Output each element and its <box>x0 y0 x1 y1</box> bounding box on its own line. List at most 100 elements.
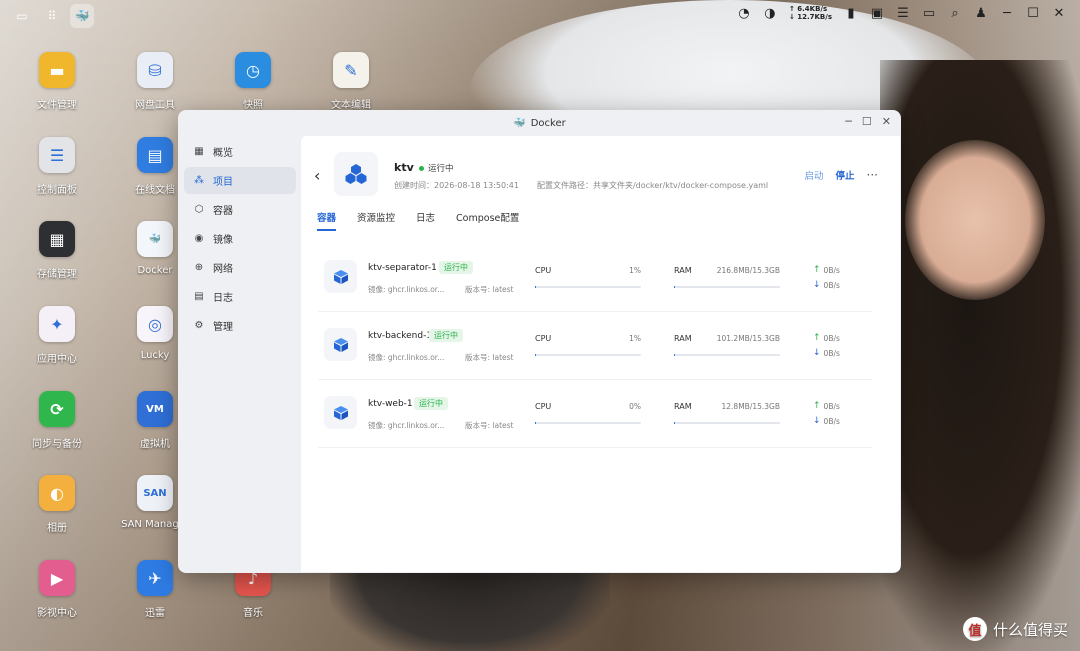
desktop-app-3[interactable]: ✎ 文本编辑 <box>306 52 396 111</box>
status-dot <box>419 165 424 171</box>
sidebar-item-0[interactable]: ▦ 概览 <box>184 138 296 165</box>
desktop-app-10[interactable]: ⟳ 同步与备份 <box>12 391 102 450</box>
container-row[interactable]: ktv-backend-1 运行中 镜像: ghcr.linkos.or... 版本号… <box>318 312 872 380</box>
desktop-app-8[interactable]: ✦ 应用中心 <box>12 306 102 365</box>
net-down-speed: ↓ 12.7KB/s <box>788 13 832 21</box>
ram-bar <box>674 422 780 424</box>
start-button[interactable]: 启动 <box>805 168 824 182</box>
sidebar-item-2[interactable]: ⬡ 容器 <box>184 196 296 223</box>
status-badge: 运行中 <box>439 261 473 274</box>
back-arrow-icon[interactable]: ‹ <box>314 166 320 185</box>
app-label: 相册 <box>47 523 67 534</box>
server-icon[interactable]: ☰ <box>896 6 910 21</box>
minimize-icon[interactable]: ─ <box>1000 6 1014 21</box>
app-label: 文件管理 <box>37 100 77 111</box>
project-created: 创建时间：2026-08-18 13:50:41 <box>394 181 519 190</box>
upload-rate: ↑ 0B/s <box>813 333 840 343</box>
resource-gauge-icon[interactable]: ◔ <box>737 6 751 21</box>
window-close-button[interactable]: ✕ <box>882 115 891 128</box>
window-minimize-button[interactable]: ─ <box>845 115 852 128</box>
cpu-bar-fill <box>535 354 537 356</box>
show-desktop-icon[interactable]: ▭ <box>10 4 34 28</box>
search-icon[interactable]: ⌕ <box>948 6 962 21</box>
container-name[interactable]: ktv-web-1 <box>368 399 413 409</box>
app-label: 音乐 <box>243 608 263 619</box>
cpu-value: 0% <box>629 402 641 411</box>
upload-rate-value: 0B/s <box>823 265 840 275</box>
app-label: 网盘工具 <box>135 100 175 111</box>
app-label: 同步与备份 <box>32 439 82 450</box>
network-gauge-icon[interactable]: ◑ <box>763 6 777 21</box>
user-icon[interactable]: ♟ <box>974 6 988 21</box>
app-icon: ⛁ <box>137 52 173 88</box>
app-icon: ✈ <box>137 560 173 596</box>
container-row[interactable]: ktv-web-1 运行中 镜像: ghcr.linkos.or... 版本号: la… <box>318 380 872 448</box>
app-icon: ▬ <box>39 52 75 88</box>
desktop-app-0[interactable]: ▬ 文件管理 <box>12 52 102 111</box>
container-cube-icon <box>324 328 357 361</box>
app-label: 应用中心 <box>37 354 77 365</box>
sidebar-item-6[interactable]: ⚙ 管理 <box>184 312 296 339</box>
app-icon: 🐳 <box>137 221 173 257</box>
monitor-icon[interactable]: ▣ <box>870 6 884 21</box>
arrow-down-icon: ↓ <box>813 280 821 290</box>
container-cube-icon <box>324 260 357 293</box>
widgets-icon[interactable]: ▮ <box>844 6 858 21</box>
ram-label: RAM <box>674 402 692 411</box>
ram-label: RAM <box>674 266 692 275</box>
desktop-app-14[interactable]: ▶ 影视中心 <box>12 560 102 619</box>
download-rate: ↓ 0B/s <box>813 280 840 290</box>
desktop-app-12[interactable]: ◐ 相册 <box>12 475 102 534</box>
app-icon: ▦ <box>39 221 75 257</box>
cpu-label: CPU <box>535 334 552 343</box>
cpu-label: CPU <box>535 266 552 275</box>
container-row[interactable]: ktv-separator-1 运行中 镜像: ghcr.linkos.or... 版… <box>318 244 872 312</box>
download-rate-value: 0B/s <box>823 416 840 426</box>
sidebar-item-1[interactable]: ⁂ 项目 <box>184 167 296 194</box>
download-rate-value: 0B/s <box>823 280 840 290</box>
app-label: 快照 <box>243 100 263 111</box>
cpu-label: CPU <box>535 402 552 411</box>
sidebar-item-label: 项目 <box>213 177 233 188</box>
arrow-down-icon: ↓ <box>813 348 821 358</box>
message-icon[interactable]: ▭ <box>922 6 936 21</box>
app-label: 迅雷 <box>145 608 165 619</box>
container-version: 版本号: latest <box>465 421 514 430</box>
app-icon: ◷ <box>235 52 271 88</box>
tab-2[interactable]: 日志 <box>416 210 435 231</box>
ram-bar <box>674 354 780 356</box>
close-icon[interactable]: ✕ <box>1052 6 1066 21</box>
container-name[interactable]: ktv-separator-1 <box>368 263 437 273</box>
window-maximize-button[interactable]: ☐ <box>862 115 872 128</box>
cpu-bar-fill <box>535 286 537 288</box>
app-launcher-icon[interactable]: ⠿ <box>40 4 64 28</box>
window-titlebar[interactable]: 🐳 Docker <box>178 110 901 136</box>
sidebar: ▦ 概览 ⁂ 项目 ⬡ 容器 ◉ 镜像 ⊕ 网络 ▤ 日志 ⚙ 管理 <box>184 138 296 341</box>
system-taskbar: ▭ ⠿ 🐳 ◔ ◑ ↑ 6.4KB/s ↓ 12.7KB/s ▮ ▣ ☰ ▭ ⌕… <box>0 0 1080 32</box>
more-menu-button[interactable]: ··· <box>867 168 878 182</box>
desktop-app-6[interactable]: ▦ 存储管理 <box>12 221 102 280</box>
stop-button[interactable]: 停止 <box>836 168 855 182</box>
tab-1[interactable]: 资源监控 <box>357 210 395 231</box>
maximize-icon[interactable]: ☐ <box>1026 6 1040 21</box>
arrow-up-icon: ↑ <box>813 265 821 275</box>
sidebar-item-label: 日志 <box>213 293 233 304</box>
status-badge: 运行中 <box>429 329 463 342</box>
sidebar-item-5[interactable]: ▤ 日志 <box>184 283 296 310</box>
arrow-up-icon: ↑ <box>813 333 821 343</box>
container-name[interactable]: ktv-backend-1 <box>368 331 432 341</box>
log-icon: ▤ <box>194 291 204 302</box>
desktop-app-1[interactable]: ⛁ 网盘工具 <box>110 52 200 111</box>
sidebar-item-label: 镜像 <box>213 235 233 246</box>
app-label: 虚拟机 <box>140 439 170 450</box>
sidebar-item-3[interactable]: ◉ 镜像 <box>184 225 296 252</box>
app-icon: ✎ <box>333 52 369 88</box>
app-label: 存储管理 <box>37 269 77 280</box>
desktop-app-4[interactable]: ☰ 控制面板 <box>12 137 102 196</box>
tab-0[interactable]: 容器 <box>317 210 337 231</box>
project-cubes-icon <box>334 152 378 196</box>
taskbar-docker-icon[interactable]: 🐳 <box>70 4 94 28</box>
sidebar-item-4[interactable]: ⊕ 网络 <box>184 254 296 281</box>
tab-3[interactable]: Compose配置 <box>456 210 519 231</box>
desktop-app-2[interactable]: ◷ 快照 <box>208 52 298 111</box>
